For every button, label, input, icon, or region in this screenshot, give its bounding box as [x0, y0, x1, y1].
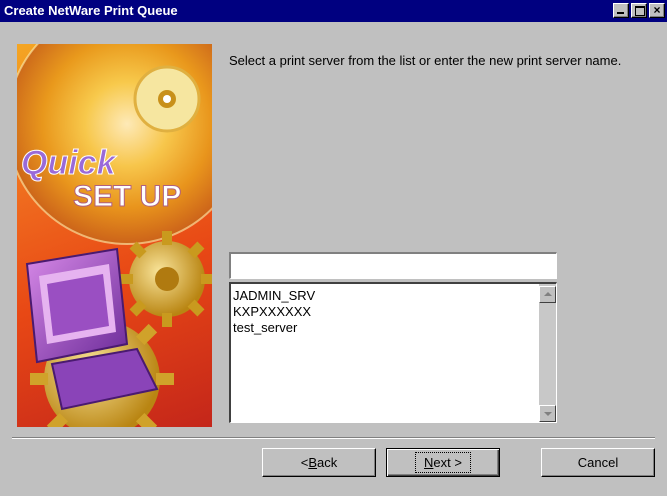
maximize-button[interactable]	[631, 3, 647, 18]
minimize-button[interactable]	[613, 3, 629, 18]
arrow-down-icon	[544, 412, 552, 416]
close-button[interactable]: ×	[649, 3, 665, 18]
gear-large	[119, 231, 212, 327]
window-controls: ×	[613, 3, 665, 18]
back-button[interactable]: < Back	[262, 448, 376, 477]
separator-line	[12, 437, 655, 439]
back-label: ack	[317, 455, 338, 470]
quick-setup-artwork: Quick SET UP	[17, 44, 212, 427]
banner-quick: Quick	[21, 144, 118, 182]
quick-setup-banner: Quick SET UP	[17, 44, 212, 427]
next-button[interactable]: Next >	[386, 448, 500, 477]
list-item[interactable]: JADMIN_SRV	[233, 288, 315, 304]
title-bar[interactable]: Create NetWare Print Queue ×	[0, 0, 667, 22]
scroll-up-button[interactable]	[539, 286, 556, 303]
next-accel: N	[424, 455, 434, 470]
arrow-up-icon	[544, 292, 552, 296]
next-label: ext >	[433, 455, 462, 470]
scroll-down-button[interactable]	[539, 405, 556, 422]
instruction-text: Select a print server from the list or e…	[229, 53, 622, 68]
close-icon: ×	[653, 3, 661, 17]
list-item[interactable]: KXPXXXXXX	[233, 304, 315, 320]
back-prefix: <	[300, 455, 309, 470]
cancel-button[interactable]: Cancel	[541, 448, 655, 477]
print-server-list[interactable]: JADMIN_SRV KXPXXXXXX test_server	[229, 282, 557, 423]
next-focus: Next >	[415, 452, 471, 473]
window-title: Create NetWare Print Queue	[4, 3, 178, 18]
server-name-input[interactable]	[229, 252, 557, 279]
back-accel: B	[308, 455, 318, 470]
banner-setup: SET UP	[73, 180, 181, 213]
list-items: JADMIN_SRV KXPXXXXXX test_server	[233, 288, 315, 336]
list-scrollbar[interactable]	[539, 284, 556, 422]
list-item[interactable]: test_server	[233, 320, 315, 336]
